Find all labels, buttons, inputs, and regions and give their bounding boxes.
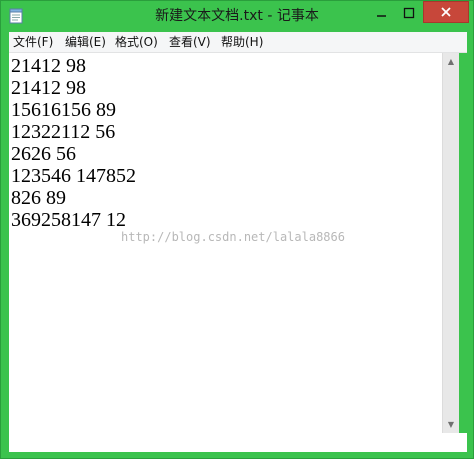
vertical-scrollbar[interactable]: ▲ ▼ [442, 53, 459, 433]
menu-help[interactable]: 帮助(H) [221, 32, 263, 52]
maximize-button[interactable] [396, 3, 422, 24]
notepad-window: 新建文本文档.txt - 记事本 文件(F) 编辑(E) 格式(O) 查看(V)… [0, 0, 474, 459]
menu-edit[interactable]: 编辑(E) [65, 32, 106, 52]
title-bar[interactable]: 新建文本文档.txt - 记事本 [1, 1, 473, 31]
text-line: 12322112 56 [11, 121, 116, 143]
text-editor[interactable]: 21412 98 21412 98 15616156 89 12322112 5… [9, 53, 442, 433]
close-button[interactable] [423, 1, 469, 23]
minimize-button[interactable] [369, 3, 395, 24]
text-line: 826 89 [11, 187, 66, 209]
text-line: 15616156 89 [11, 99, 116, 121]
menu-file[interactable]: 文件(F) [13, 32, 53, 52]
menu-bar: 文件(F) 编辑(E) 格式(O) 查看(V) 帮助(H) [9, 32, 467, 53]
minimize-icon [377, 15, 386, 17]
text-line: 123546 147852 [11, 165, 136, 187]
menu-view[interactable]: 查看(V) [169, 32, 211, 52]
text-line: 2626 56 [11, 143, 76, 165]
watermark: http://blog.csdn.net/lalala8866 [121, 230, 345, 244]
close-icon [441, 7, 451, 17]
text-line: 369258147 12 [11, 209, 126, 231]
bottom-edge [9, 433, 467, 452]
text-line: 21412 98 [11, 55, 86, 77]
menu-format[interactable]: 格式(O) [115, 32, 158, 52]
scroll-up-icon[interactable]: ▲ [443, 53, 459, 70]
text-line: 21412 98 [11, 77, 86, 99]
maximize-icon [403, 7, 415, 19]
scroll-down-icon[interactable]: ▼ [443, 416, 459, 433]
